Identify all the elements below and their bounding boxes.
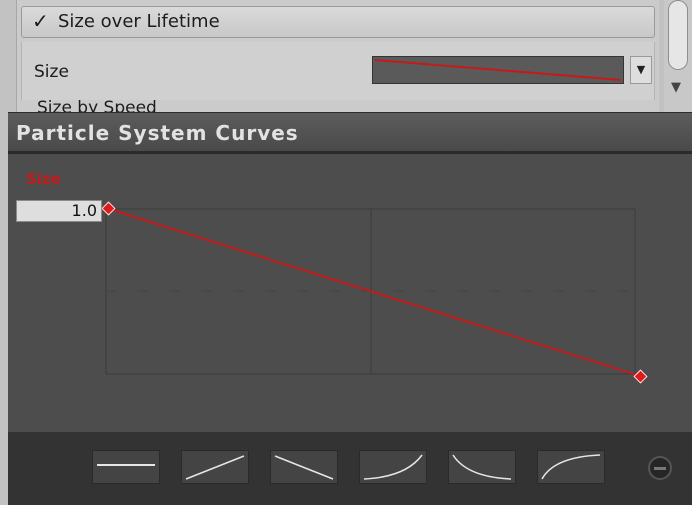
size-property-label: Size	[34, 62, 69, 82]
particle-system-curves-window: Particle System Curves Size 1.0	[8, 112, 692, 505]
module-title: Size over Lifetime	[58, 11, 220, 32]
curve-presets-bar	[8, 432, 692, 505]
size-curve-field[interactable]	[372, 56, 624, 84]
window-title: Particle System Curves	[16, 121, 299, 145]
inspector-panel: ✓ Size over Lifetime Size ▼ Size by Spee…	[16, 0, 659, 118]
inspector-scrollbar[interactable]: ▼	[664, 0, 692, 115]
curve-graph[interactable]	[8, 154, 692, 432]
scroll-down-arrow-icon[interactable]: ▼	[671, 80, 681, 95]
scrollbar-thumb[interactable]	[668, 0, 688, 70]
curves-window-titlebar[interactable]: Particle System Curves	[8, 113, 692, 154]
curve-max-value-field[interactable]: 1.0	[16, 200, 102, 222]
preset-ease-out-down-icon[interactable]	[448, 450, 516, 484]
preset-ease-in-icon[interactable]	[359, 450, 427, 484]
size-over-lifetime-header[interactable]: ✓ Size over Lifetime	[21, 6, 655, 38]
remove-icon[interactable]	[648, 456, 672, 480]
size-property-row: Size ▼	[21, 42, 655, 100]
size-curve-line	[108, 208, 641, 377]
preset-ramp-down-icon[interactable]	[270, 450, 338, 484]
curve-dropdown-button[interactable]: ▼	[630, 56, 652, 84]
preset-ramp-up-icon[interactable]	[181, 450, 249, 484]
curve-name-label: Size	[26, 170, 61, 188]
curve-editor[interactable]: Size 1.0	[8, 154, 692, 432]
preset-ease-out-up-icon[interactable]	[537, 450, 605, 484]
curve-key-end[interactable]	[633, 369, 648, 384]
preset-flat-line-icon[interactable]	[92, 450, 160, 484]
module-enable-checkbox[interactable]: ✓	[32, 10, 54, 32]
curve-key-start[interactable]	[101, 201, 116, 216]
curve-preview-icon	[374, 59, 622, 81]
